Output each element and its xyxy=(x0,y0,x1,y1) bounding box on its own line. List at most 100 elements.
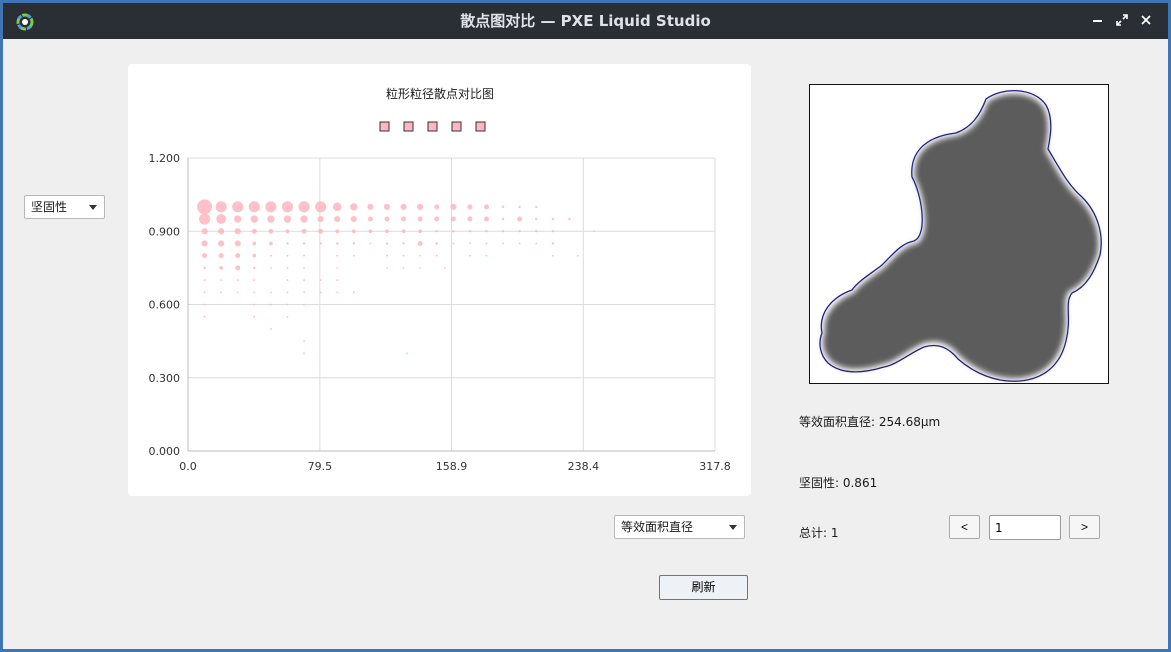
scatter-point xyxy=(269,327,272,330)
diameter-readout: 等效面积直径: 254.68μm xyxy=(799,415,941,429)
scatter-point xyxy=(199,213,211,225)
scatter-point xyxy=(400,203,407,210)
scatter-point xyxy=(484,204,489,210)
scatter-point xyxy=(385,242,389,245)
legend-marker xyxy=(427,121,438,132)
scatter-point xyxy=(352,254,355,257)
scatter-point xyxy=(334,215,341,223)
chart-grid xyxy=(187,157,716,452)
scatter-point xyxy=(450,203,457,210)
scatter-point xyxy=(202,253,208,259)
scatter-point xyxy=(502,242,505,245)
scatter-point xyxy=(402,242,405,245)
scatter-point xyxy=(251,228,257,234)
chart-panel: 粒形粒径散点对比图 0.000 0.300 0.600 0.900 1.200 0.0 7… xyxy=(128,64,751,496)
scatter-point xyxy=(484,216,489,222)
scatter-point xyxy=(419,266,422,269)
next-page-button[interactable]: > xyxy=(1069,515,1100,539)
scatter-point xyxy=(405,352,408,355)
chevron-down-icon xyxy=(729,525,737,530)
scatter-point xyxy=(518,230,521,233)
scatter-point xyxy=(315,201,327,213)
scatter-point xyxy=(551,254,554,257)
minimize-icon[interactable] xyxy=(1089,11,1107,29)
scatter-point xyxy=(467,216,473,222)
scatter-point xyxy=(218,240,225,247)
close-icon[interactable] xyxy=(1137,11,1155,29)
scatter-point xyxy=(250,215,259,223)
scatter-point xyxy=(534,205,538,209)
scatter-point xyxy=(286,266,289,269)
scatter-point xyxy=(269,303,272,306)
scatter-point xyxy=(568,217,571,221)
scatter-point xyxy=(336,242,339,245)
scatter-point xyxy=(203,315,206,318)
legend-marker xyxy=(403,121,414,132)
scatter-point xyxy=(350,203,358,211)
x-metric-select[interactable]: 等效面积直径 xyxy=(614,515,745,539)
scatter-point xyxy=(269,291,272,294)
scatter-point xyxy=(236,291,239,294)
particle-shape xyxy=(819,89,1102,382)
scatter-point xyxy=(298,201,310,213)
scatter-point xyxy=(319,279,322,282)
scatter-point xyxy=(385,229,389,234)
scatter-point xyxy=(383,203,391,210)
scatter-point xyxy=(269,266,272,269)
scatter-point xyxy=(534,217,538,221)
scatter-point xyxy=(301,228,307,234)
scatter-point xyxy=(220,279,223,282)
scatter-point xyxy=(369,242,372,245)
scatter-point xyxy=(576,254,579,257)
scatter-point xyxy=(236,279,239,282)
y-metric-select[interactable]: 坚固性 xyxy=(24,195,105,219)
scatter-point xyxy=(386,266,388,269)
scatter-point xyxy=(551,242,555,245)
scatter-point xyxy=(253,266,256,270)
scatter-point xyxy=(551,230,555,233)
x-tick-label: 79.5 xyxy=(308,460,333,473)
scatter-point xyxy=(267,215,275,223)
y-metric-select-value: 坚固性 xyxy=(31,200,68,214)
scatter-point xyxy=(336,266,339,269)
scatter-point xyxy=(336,279,339,282)
scatter-point xyxy=(450,216,456,222)
maximize-icon[interactable] xyxy=(1113,11,1131,29)
scatter-point xyxy=(452,230,455,233)
y-tick-label: 0.600 xyxy=(149,299,181,312)
scatter-point xyxy=(593,230,596,233)
scatter-point xyxy=(269,241,273,246)
scatter-point xyxy=(286,242,289,245)
refresh-button[interactable]: 刷新 xyxy=(659,575,748,600)
scatter-point xyxy=(286,315,289,318)
scatter-point xyxy=(435,254,438,257)
scatter-point xyxy=(248,201,260,213)
scatter-point xyxy=(303,279,306,282)
scatter-point xyxy=(517,216,523,222)
scatter-point xyxy=(303,303,306,306)
scatter-point xyxy=(551,217,555,221)
scatter-point xyxy=(534,230,538,233)
scatter-point xyxy=(434,216,440,222)
scatter-point xyxy=(435,242,438,245)
chart-title: 粒形粒径散点对比图 xyxy=(386,86,494,101)
scatter-point xyxy=(417,240,423,246)
scatter-point xyxy=(419,254,422,257)
legend-marker xyxy=(451,121,462,132)
scatter-point xyxy=(203,266,206,270)
prev-page-button[interactable]: < xyxy=(949,515,980,539)
scatter-point xyxy=(216,214,227,225)
scatter-point xyxy=(269,254,272,257)
scatter-point xyxy=(203,303,206,306)
y-tick-label: 0.300 xyxy=(149,372,181,385)
x-metric-select-value: 等效面积直径 xyxy=(621,520,694,534)
scatter-point xyxy=(417,216,423,222)
scatter-point xyxy=(252,241,257,246)
page-number-input[interactable] xyxy=(989,515,1061,540)
scatter-point xyxy=(485,242,488,245)
total-count: 总计: 1 xyxy=(799,526,839,540)
scatter-point xyxy=(215,201,227,213)
scatter-point xyxy=(232,201,244,213)
scatter-point xyxy=(452,242,455,245)
scatter-point xyxy=(218,253,224,259)
